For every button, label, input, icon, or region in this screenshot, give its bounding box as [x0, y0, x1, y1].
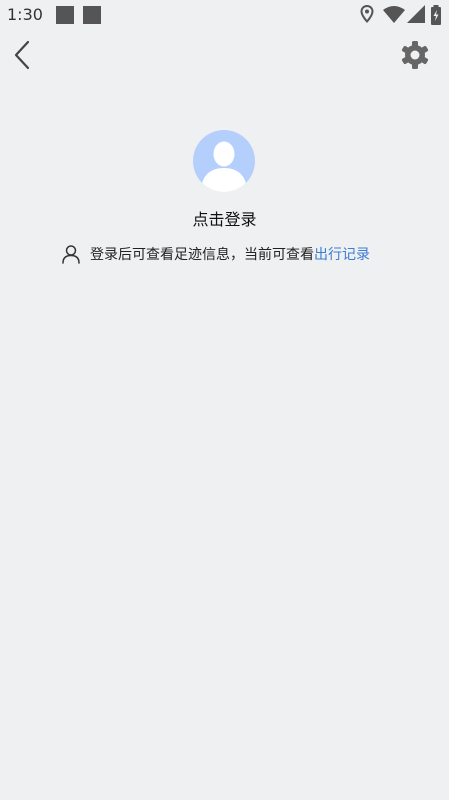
travel-records-link[interactable]: 出行记录	[314, 244, 370, 264]
status-bar: 1:30	[0, 0, 449, 30]
battery-icon	[431, 5, 441, 25]
gear-icon	[401, 41, 429, 69]
login-button[interactable]: 点击登录	[0, 206, 449, 230]
user-icon	[62, 245, 80, 264]
notification-icon	[56, 6, 74, 24]
settings-button[interactable]	[400, 40, 430, 70]
chevron-left-icon	[14, 40, 30, 70]
notification-icon	[83, 6, 101, 24]
cellular-signal-icon	[407, 5, 425, 23]
wifi-icon	[383, 6, 405, 23]
login-hint: 登录后可查看足迹信息，当前可查看 出行记录	[61, 243, 370, 265]
status-time: 1:30	[7, 5, 43, 24]
default-avatar-icon	[201, 141, 247, 192]
avatar[interactable]	[193, 130, 255, 192]
hint-text: 登录后可查看足迹信息，当前可查看	[90, 247, 314, 263]
location-icon	[360, 5, 374, 23]
back-button[interactable]	[8, 38, 38, 72]
